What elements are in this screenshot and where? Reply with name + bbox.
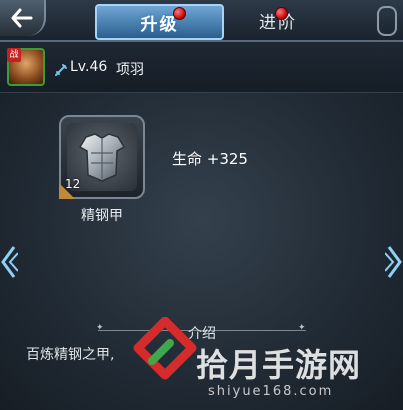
upgrade-notification-dot (173, 7, 186, 20)
sword-icon (55, 64, 67, 76)
hero-badge: 战 (7, 48, 21, 62)
next-arrow-icon[interactable] (385, 245, 403, 279)
hero-avatar[interactable]: 战 (7, 48, 45, 86)
hero-level: Lv.46 (70, 59, 108, 75)
ornament-icon (377, 6, 397, 36)
item-count: 12 (65, 177, 81, 191)
watermark-logo-icon (133, 317, 197, 380)
hero-info-row: 战 Lv.46 项羽 (0, 42, 403, 93)
equipment-slot[interactable]: 12 (59, 115, 145, 199)
watermark-text: 拾月手游网 (196, 346, 362, 384)
watermark-url: shiyue168.com (208, 384, 334, 399)
back-arrow-icon (11, 8, 33, 28)
advance-notification-dot (275, 7, 288, 20)
item-name: 精钢甲 (81, 208, 123, 224)
equipment-panel: 12 精钢甲 生命 +325 ✦ ✦ 介绍 百炼精钢之甲, 拾月手游网 shiy… (0, 93, 403, 410)
star-icon: ✦ (96, 323, 104, 333)
top-tab-bar: 升级 进阶 (0, 0, 403, 42)
stat-bonus: 生命 +325 (172, 150, 248, 168)
hero-name: 项羽 (116, 62, 144, 78)
intro-text: 百炼精钢之甲, (26, 347, 115, 363)
star-icon: ✦ (298, 323, 306, 333)
previous-arrow-icon[interactable] (0, 245, 18, 279)
back-button[interactable] (0, 0, 46, 36)
tab-upgrade[interactable]: 升级 (95, 4, 224, 40)
